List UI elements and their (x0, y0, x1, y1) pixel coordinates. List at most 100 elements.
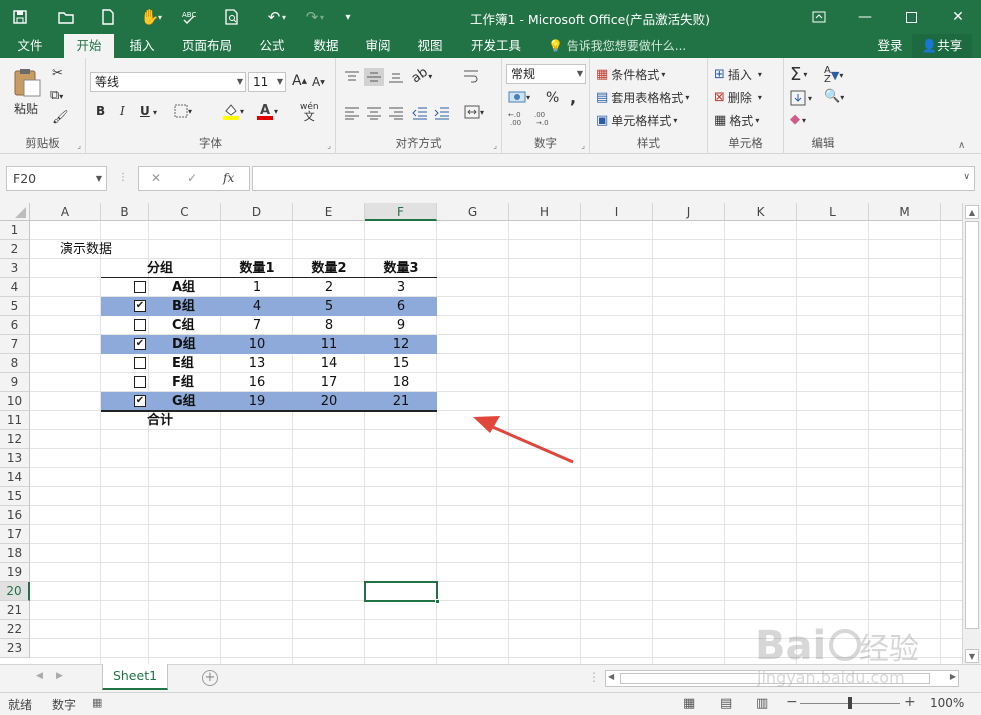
format-as-table-button[interactable]: ▤ 套用表格格式 ▾ (596, 89, 689, 106)
prev-sheet-icon[interactable]: ◀ (36, 671, 43, 681)
tab-insert[interactable]: 插入 (120, 34, 164, 58)
row-header-18[interactable]: 18 (0, 544, 30, 563)
row-checkbox[interactable]: ✔ (134, 338, 146, 350)
align-middle-icon[interactable] (364, 68, 384, 86)
tab-review[interactable]: 审阅 (356, 34, 400, 58)
sort-filter-icon[interactable]: A Z ▼ ▾ (824, 66, 843, 85)
row-checkbox[interactable]: ✔ (134, 300, 146, 312)
italic-button[interactable]: I (120, 104, 125, 118)
select-all-corner[interactable] (0, 203, 30, 221)
column-header-c[interactable]: C (149, 203, 221, 221)
expand-formula-icon[interactable]: ∨ (963, 172, 970, 182)
percent-button[interactable]: % (546, 90, 559, 106)
page-layout-view-icon[interactable]: ▤ (720, 696, 732, 711)
row-header-9[interactable]: 9 (0, 373, 30, 392)
cut-icon[interactable]: ✂ (52, 66, 63, 82)
zoom-slider[interactable] (800, 697, 900, 709)
font-size-combo[interactable]: 11 ▼ (248, 72, 286, 92)
align-center-icon[interactable] (366, 106, 382, 120)
undo-dropdown-icon[interactable]: ▾ (282, 13, 286, 22)
row-header-4[interactable]: 4 (0, 278, 30, 297)
decrease-decimal-icon[interactable]: .00 →.0 (534, 110, 554, 126)
row-checkbox[interactable] (134, 357, 146, 369)
scroll-down-icon[interactable]: ▼ (965, 649, 979, 663)
touch-mode-dropdown-icon[interactable]: ▾ (158, 13, 162, 22)
column-header-a[interactable]: A (30, 203, 101, 221)
border-button[interactable]: ▾ (174, 104, 192, 118)
row-header-15[interactable]: 15 (0, 487, 30, 506)
comma-button[interactable]: , (570, 88, 576, 107)
tell-me-search[interactable]: 💡 告诉我您想要做什么... (548, 34, 686, 58)
format-painter-icon[interactable]: 🖌 (52, 110, 69, 126)
grow-font-button[interactable]: A ▲ (292, 73, 307, 89)
row-header-20[interactable]: 20 (0, 582, 30, 601)
column-header-d[interactable]: D (221, 203, 293, 221)
font-name-combo[interactable]: 等线 ▼ (90, 72, 246, 92)
sheet-tab-sheet1[interactable]: Sheet1 (102, 664, 168, 690)
row-header-13[interactable]: 13 (0, 449, 30, 468)
zoom-in-icon[interactable]: + (904, 694, 916, 710)
add-sheet-icon[interactable]: + (202, 670, 218, 686)
conditional-format-button[interactable]: ▦ 条件格式 ▾ (596, 66, 665, 83)
phonetic-button[interactable]: wén 文 (300, 102, 319, 122)
cancel-icon[interactable]: ✕ (151, 171, 161, 185)
fill-handle[interactable] (435, 599, 440, 604)
selected-cell-F20[interactable] (364, 581, 440, 604)
scroll-up-icon[interactable]: ▲ (965, 205, 979, 219)
redo-dropdown-icon[interactable]: ▾ (320, 13, 324, 22)
insert-cells-button[interactable]: ⊞ 插入 ▾ (714, 66, 762, 83)
paste-button[interactable]: 粘贴 (10, 66, 42, 117)
column-header-j[interactable]: J (653, 203, 725, 221)
row-header-1[interactable]: 1 (0, 221, 30, 240)
column-header-m[interactable]: M (869, 203, 941, 221)
find-select-icon[interactable]: 🔍 ▾ (824, 89, 844, 105)
tab-page-layout[interactable]: 页面布局 (174, 34, 240, 58)
share-button[interactable]: 👤共享 (912, 34, 972, 58)
row-header-3[interactable]: 3 (0, 259, 30, 278)
customize-qat-icon[interactable]: ▾ (334, 3, 362, 31)
vertical-scrollbar[interactable]: ▲ ▼ (962, 203, 981, 664)
merge-center-icon[interactable]: ▾ (464, 104, 484, 120)
row-header-12[interactable]: 12 (0, 430, 30, 449)
login-link[interactable]: 登录 (870, 34, 910, 58)
font-color-button[interactable]: A ▾ (256, 102, 278, 120)
bold-button[interactable]: B (96, 104, 105, 118)
column-header-e[interactable]: E (293, 203, 365, 221)
align-top-icon[interactable] (344, 70, 360, 84)
decrease-indent-icon[interactable] (412, 106, 428, 120)
tab-split-grip-icon[interactable]: ⋮ (588, 670, 600, 684)
row-header-16[interactable]: 16 (0, 506, 30, 525)
tab-file[interactable]: 文件 (6, 34, 54, 58)
save-icon[interactable] (6, 3, 34, 31)
column-header-k[interactable]: K (725, 203, 797, 221)
accounting-format-icon[interactable]: ▾ (508, 90, 530, 104)
clipboard-launcher-icon[interactable]: ⌟ (77, 141, 81, 150)
number-format-combo[interactable]: 常规 ▼ (506, 64, 586, 84)
open-folder-icon[interactable] (52, 3, 80, 31)
row-header-17[interactable]: 17 (0, 525, 30, 544)
row-checkbox[interactable] (134, 281, 146, 293)
next-sheet-icon[interactable]: ▶ (56, 671, 63, 681)
minimize-icon[interactable]: — (842, 0, 888, 34)
underline-dropdown-icon[interactable]: ▾ (153, 108, 157, 117)
insert-function-icon[interactable]: fx (223, 171, 234, 185)
new-file-icon[interactable] (94, 3, 122, 31)
print-preview-icon[interactable] (218, 3, 246, 31)
vertical-scroll-thumb[interactable] (965, 221, 979, 629)
page-break-view-icon[interactable]: ▥ (756, 696, 768, 711)
wrap-text-icon[interactable] (462, 68, 480, 84)
spelling-icon[interactable]: ABC (176, 3, 204, 31)
fill-icon[interactable]: ▾ (790, 90, 812, 106)
number-launcher-icon[interactable]: ⌟ (581, 141, 585, 150)
increase-decimal-icon[interactable]: ←.0.00 (508, 110, 528, 126)
close-icon[interactable]: ✕ (935, 0, 981, 34)
format-cells-button[interactable]: ▦ 格式 ▾ (714, 112, 759, 129)
row-checkbox[interactable]: ✔ (134, 395, 146, 407)
ribbon-display-icon[interactable] (796, 0, 842, 34)
align-right-icon[interactable] (388, 106, 404, 120)
underline-button[interactable]: U (140, 104, 150, 118)
row-checkbox[interactable] (134, 319, 146, 331)
row-header-2[interactable]: 2 (0, 240, 30, 259)
autosum-icon[interactable]: Σ ▾ (790, 64, 807, 85)
scroll-left-icon[interactable]: ◀ (608, 672, 614, 681)
